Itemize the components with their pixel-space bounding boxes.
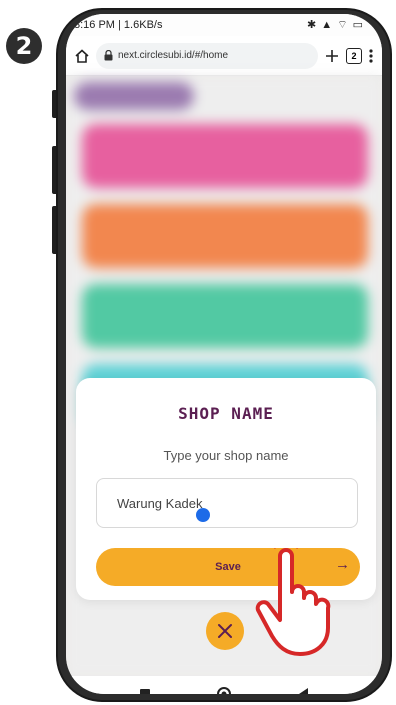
status-time: 3:16 PM | 1.6KB/s xyxy=(74,19,163,31)
url-bar[interactable]: next.circlesubi.id/#/home xyxy=(96,42,318,69)
hand-pointer-icon xyxy=(255,548,331,656)
tab-count-icon[interactable]: 2 xyxy=(346,47,362,64)
circle-home-icon[interactable] xyxy=(216,686,232,694)
status-bar: 3:16 PM | 1.6KB/s ✱ ▲ ⌔ ▭ xyxy=(66,14,382,36)
blurred-card xyxy=(82,204,368,268)
arrow-right-icon: → xyxy=(335,556,350,573)
step-badge: 2 xyxy=(6,28,42,64)
android-nav-bar xyxy=(66,676,382,694)
shop-name-value: Warung Kadek xyxy=(117,495,203,511)
blurred-card xyxy=(82,124,368,188)
plus-icon[interactable] xyxy=(324,48,340,64)
blurred-header-pill xyxy=(74,82,194,110)
url-text: next.circlesubi.id/#/home xyxy=(118,50,229,61)
dialog-subtitle: Type your shop name xyxy=(163,448,289,463)
lock-icon xyxy=(104,50,113,61)
phone-screen: 3:16 PM | 1.6KB/s ✱ ▲ ⌔ ▭ next.circlesub… xyxy=(66,14,382,694)
browser-toolbar: next.circlesubi.id/#/home 2 xyxy=(66,36,382,76)
back-icon[interactable] xyxy=(297,687,309,694)
shop-name-input[interactable]: Warung Kadek xyxy=(96,478,358,528)
stop-icon[interactable] xyxy=(139,687,151,694)
stage: 2 3:16 PM | 1.6KB/s ✱ ▲ ⌔ ▭ next.circles… xyxy=(0,0,396,705)
save-label: Save xyxy=(215,561,241,573)
text-cursor-handle[interactable] xyxy=(196,508,210,522)
step-number: 2 xyxy=(15,32,33,60)
home-icon[interactable] xyxy=(74,48,90,64)
close-button[interactable] xyxy=(206,612,244,650)
blurred-card xyxy=(82,284,368,348)
more-icon[interactable] xyxy=(368,48,374,64)
close-icon xyxy=(218,624,232,638)
dialog-title: SHOP NAME xyxy=(178,404,274,423)
status-icons: ✱ ▲ ⌔ ▭ xyxy=(306,19,364,31)
